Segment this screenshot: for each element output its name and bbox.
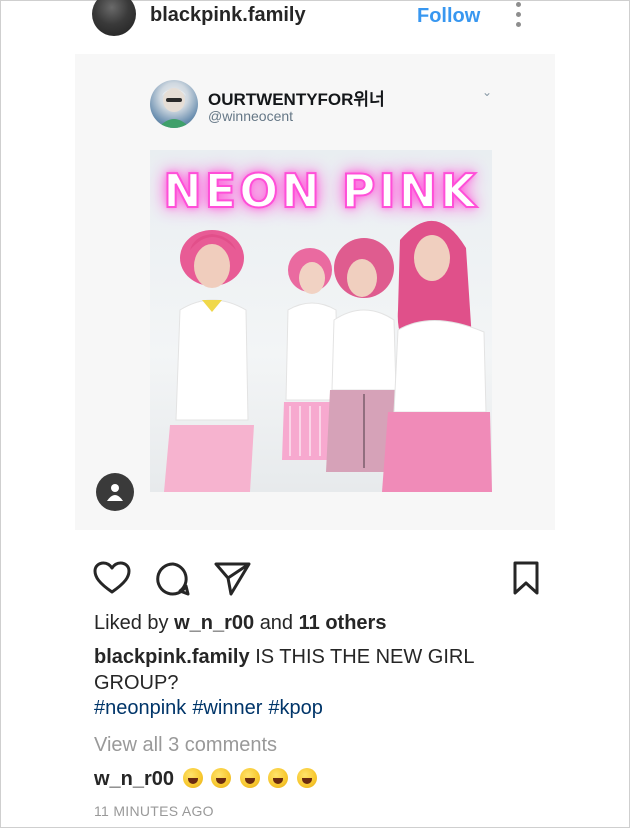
caption-username[interactable]: blackpink.family: [94, 646, 250, 668]
laughing-emoji-icon: [211, 768, 232, 788]
poster-figures: [164, 220, 492, 492]
liker-username[interactable]: w_n_r00: [174, 612, 254, 634]
laughing-emoji-icon: [296, 768, 317, 788]
tweet-avatar: [150, 80, 198, 128]
more-vertical-icon[interactable]: [512, 2, 524, 32]
hashtag-link[interactable]: #kpop: [268, 697, 323, 719]
comment-emojis: [180, 768, 317, 790]
comment-username[interactable]: w_n_r00: [94, 768, 174, 790]
comment-icon[interactable]: [155, 561, 191, 602]
latest-comment: w_n_r00: [94, 768, 317, 791]
laughing-emoji-icon: [182, 768, 203, 788]
view-all-comments-link[interactable]: View all 3 comments: [94, 734, 277, 757]
post-username[interactable]: blackpink.family: [150, 4, 306, 27]
likes-prefix: Liked by: [94, 612, 169, 634]
tweet-display-name: OURTWENTYFOR위너: [208, 90, 385, 109]
post-caption: blackpink.family IS THIS THE NEW GIRL GR…: [94, 644, 534, 696]
likes-joiner: and: [259, 612, 294, 634]
likes-summary: Liked by w_n_r00 and 11 others: [94, 612, 386, 635]
bookmark-icon[interactable]: [512, 561, 540, 600]
send-icon[interactable]: [214, 561, 252, 602]
caption-hashtags: #neonpink #winner #kpop: [94, 697, 329, 720]
heart-icon[interactable]: [93, 561, 131, 600]
laughing-emoji-icon: [268, 768, 289, 788]
neon-pink-poster: NEON PINK: [150, 150, 492, 492]
likes-others-link[interactable]: 11 others: [299, 612, 387, 634]
chevron-down-icon: ⌄: [482, 85, 493, 99]
hashtag-link[interactable]: #winner: [192, 697, 262, 719]
hashtag-link[interactable]: #neonpink: [94, 697, 186, 719]
post-timestamp: 11 MINUTES AGO: [94, 803, 214, 819]
tweet-handle: @winneocent: [208, 108, 294, 124]
laughing-emoji-icon: [239, 768, 260, 788]
post-header: [75, 0, 555, 55]
follow-button[interactable]: Follow: [417, 5, 480, 28]
tagged-user-icon[interactable]: [96, 473, 134, 511]
